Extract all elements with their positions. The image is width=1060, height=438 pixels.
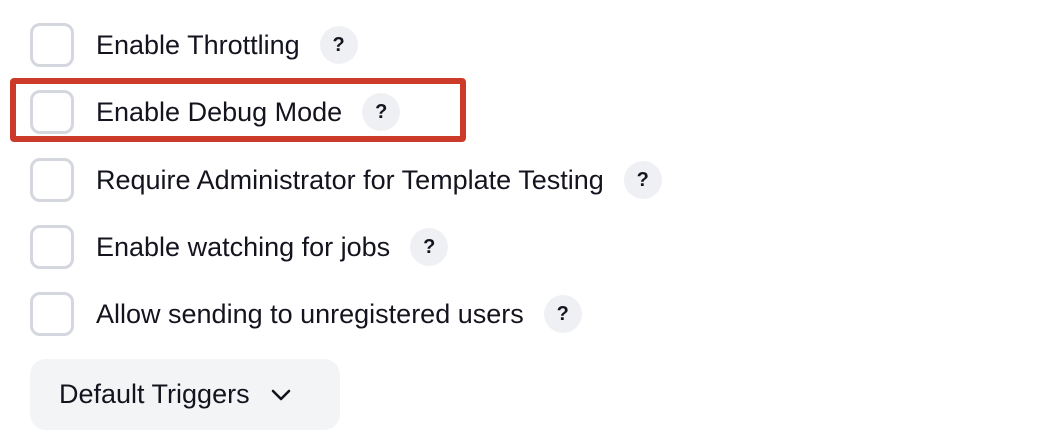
require-admin-checkbox[interactable]: [30, 158, 74, 202]
option-require-admin-template-testing: Require Administrator for Template Testi…: [30, 158, 662, 202]
option-allow-unregistered-users: Allow sending to unregistered users ?: [30, 292, 582, 336]
default-triggers-button[interactable]: Default Triggers: [30, 359, 340, 430]
help-icon[interactable]: ?: [410, 228, 449, 266]
option-enable-watching-jobs: Enable watching for jobs ?: [30, 225, 449, 269]
help-icon[interactable]: ?: [319, 26, 358, 64]
settings-panel: Enable Throttling ? Enable Debug Mode ? …: [0, 0, 1060, 438]
allow-unregistered-checkbox[interactable]: [30, 292, 74, 336]
help-icon[interactable]: ?: [362, 93, 401, 131]
option-enable-throttling: Enable Throttling ?: [30, 23, 358, 67]
enable-throttling-checkbox[interactable]: [30, 23, 74, 67]
option-label[interactable]: Enable Throttling: [96, 24, 300, 66]
enable-debug-mode-checkbox[interactable]: [30, 90, 74, 134]
help-icon[interactable]: ?: [623, 161, 662, 199]
help-icon[interactable]: ?: [543, 295, 582, 333]
option-enable-debug-mode: Enable Debug Mode ?: [30, 90, 401, 134]
default-triggers-label: Default Triggers: [59, 379, 250, 409]
option-label[interactable]: Require Administrator for Template Testi…: [96, 159, 604, 201]
option-label[interactable]: Enable watching for jobs: [96, 226, 390, 268]
option-label[interactable]: Enable Debug Mode: [96, 91, 342, 133]
option-label[interactable]: Allow sending to unregistered users: [96, 293, 524, 335]
enable-watching-checkbox[interactable]: [30, 225, 74, 269]
chevron-down-icon: [270, 384, 292, 406]
